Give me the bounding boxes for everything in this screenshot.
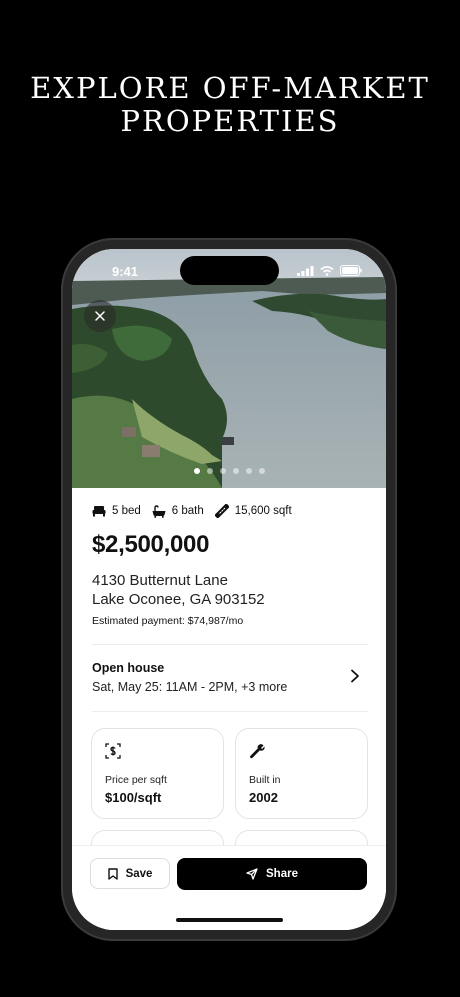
pagination-dot[interactable] xyxy=(245,468,252,474)
listing-address: 4130 Butternut Lane Lake Oconee, GA 9031… xyxy=(92,571,265,609)
battery-icon xyxy=(340,265,362,276)
detail-label: Built in xyxy=(249,774,281,786)
open-house-title: Open house xyxy=(92,661,165,675)
beds-spec: 5 bed xyxy=(92,505,141,517)
beds-value: 5 bed xyxy=(112,505,141,517)
divider xyxy=(92,711,368,712)
divider xyxy=(92,644,368,645)
chevron-right-icon[interactable] xyxy=(350,669,360,683)
save-button[interactable]: Save xyxy=(90,858,170,889)
bookmark-icon xyxy=(107,867,118,880)
signal-icon xyxy=(297,265,314,276)
share-button[interactable]: Share xyxy=(177,858,367,890)
wifi-icon xyxy=(320,265,334,276)
headline-line-2: PROPERTIES xyxy=(120,104,340,138)
detail-card-price-per-sqft[interactable]: Price per sqft $100/sqft xyxy=(91,728,224,819)
address-line-2: Lake Oconee, GA 903152 xyxy=(92,591,265,608)
address-line-1: 4130 Butternut Lane xyxy=(92,572,228,589)
share-label: Share xyxy=(266,868,298,880)
close-icon xyxy=(95,311,105,321)
promo-headline: EXPLORE OFF-MARKET PROPERTIES xyxy=(0,72,460,138)
sqft-value: 15,600 sqft xyxy=(234,505,292,517)
pagination-dot[interactable] xyxy=(206,468,213,474)
bathtub-icon xyxy=(152,504,166,518)
estimated-payment: Estimated payment: $74,987/mo xyxy=(92,615,244,627)
wrench-icon xyxy=(250,744,265,759)
status-time: 9:41 xyxy=(112,264,139,279)
ruler-icon xyxy=(214,504,229,518)
detail-label: Price per sqft xyxy=(105,774,167,786)
detail-card-built-in[interactable]: Built in 2002 xyxy=(235,728,368,819)
action-bar: Save Share xyxy=(72,845,386,930)
phone-frame: 9:41 5 bed 6 bath 15,600 sqft $2,500,000… xyxy=(61,238,397,941)
pagination-dot[interactable] xyxy=(219,468,226,474)
pagination-dot[interactable] xyxy=(258,468,265,474)
status-icons xyxy=(297,265,362,276)
property-photo[interactable]: 9:41 xyxy=(72,249,386,488)
close-button[interactable] xyxy=(84,300,116,332)
detail-value: 2002 xyxy=(249,790,278,805)
baths-spec: 6 bath xyxy=(152,504,204,518)
open-house-time: Sat, May 25: 11AM - 2PM, +3 more xyxy=(92,680,288,694)
pagination-dot-active[interactable] xyxy=(193,468,200,474)
dynamic-island xyxy=(180,256,279,285)
headline-line-1: EXPLORE OFF-MARKET xyxy=(30,71,430,105)
dollar-tag-icon xyxy=(105,743,121,759)
phone-screen: 9:41 5 bed 6 bath 15,600 sqft $2,500,000… xyxy=(72,249,386,930)
detail-value: $100/sqft xyxy=(105,790,162,805)
home-indicator[interactable] xyxy=(176,918,283,922)
photo-pagination[interactable] xyxy=(72,468,386,474)
baths-value: 6 bath xyxy=(171,505,204,517)
listing-price: $2,500,000 xyxy=(92,531,210,558)
save-label: Save xyxy=(125,867,153,880)
sqft-spec: 15,600 sqft xyxy=(214,504,292,518)
property-specs: 5 bed 6 bath 15,600 sqft xyxy=(92,504,303,518)
bed-icon xyxy=(92,506,106,517)
send-icon xyxy=(246,868,258,880)
pagination-dot[interactable] xyxy=(232,468,239,474)
